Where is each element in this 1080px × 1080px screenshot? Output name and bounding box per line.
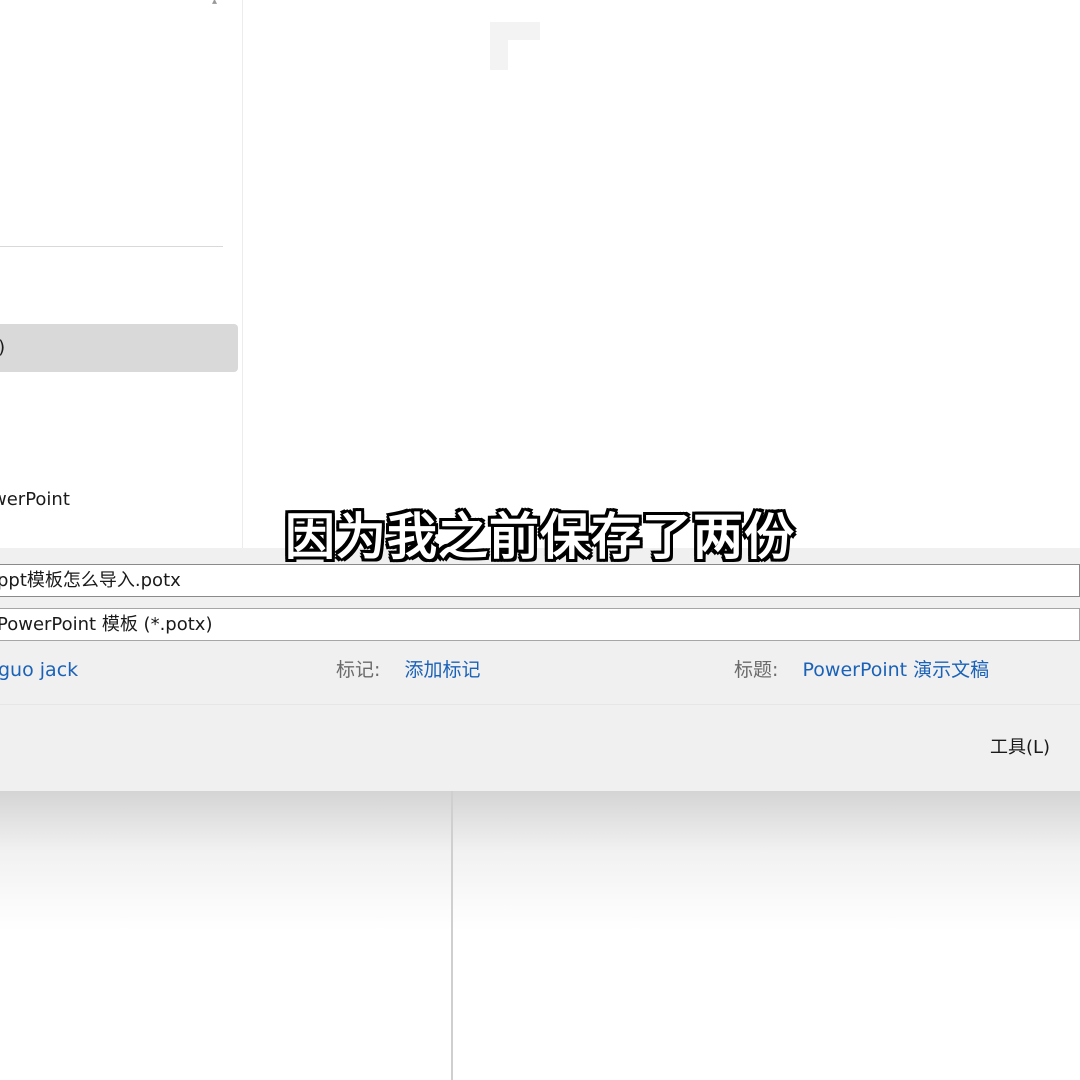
filetype-value: PowerPoint 模板 (*.potx) (0, 614, 213, 635)
scroll-up-arrow-icon[interactable]: ▴ (212, 0, 222, 7)
nav-divider (0, 246, 223, 247)
author-value[interactable]: guo jack (0, 659, 78, 681)
nav-item-drive-c[interactable]: :) (0, 324, 238, 372)
author-field[interactable]: guo jack (0, 656, 78, 684)
tags-label: 标记: (336, 659, 381, 681)
tags-field: 标记: 添加标记 (336, 656, 481, 684)
tools-menu-button[interactable]: 工具(L) (984, 733, 1056, 763)
background-window-area (0, 791, 1080, 1080)
save-options-panel: ppt模板怎么导入.potx PowerPoint 模板 (*.potx) gu… (0, 548, 1080, 791)
filename-input[interactable]: ppt模板怎么导入.potx (0, 564, 1080, 597)
file-browser-pane: ▴ :) ) werPoint (0, 0, 1080, 548)
title-field: 标题: PowerPoint 演示文稿 (734, 656, 989, 684)
navigation-pane: ▴ :) ) werPoint (0, 0, 243, 548)
nav-item-drive-d[interactable]: ) (0, 374, 238, 422)
folder-view-corner-icon (490, 22, 540, 70)
filename-value: ppt模板怎么导入.potx (0, 570, 181, 591)
nav-item-label: werPoint (0, 489, 70, 510)
filetype-select[interactable]: PowerPoint 模板 (*.potx) (0, 608, 1080, 641)
title-value-link[interactable]: PowerPoint 演示文稿 (803, 659, 990, 681)
nav-item-powerpoint[interactable]: werPoint (0, 476, 238, 524)
pane-splitter[interactable] (451, 791, 453, 1080)
nav-item-label: :) (0, 324, 5, 372)
tags-value-link[interactable]: 添加标记 (405, 659, 481, 681)
dialog-button-bar: 工具(L) (0, 704, 1080, 791)
title-label: 标题: (734, 659, 779, 681)
